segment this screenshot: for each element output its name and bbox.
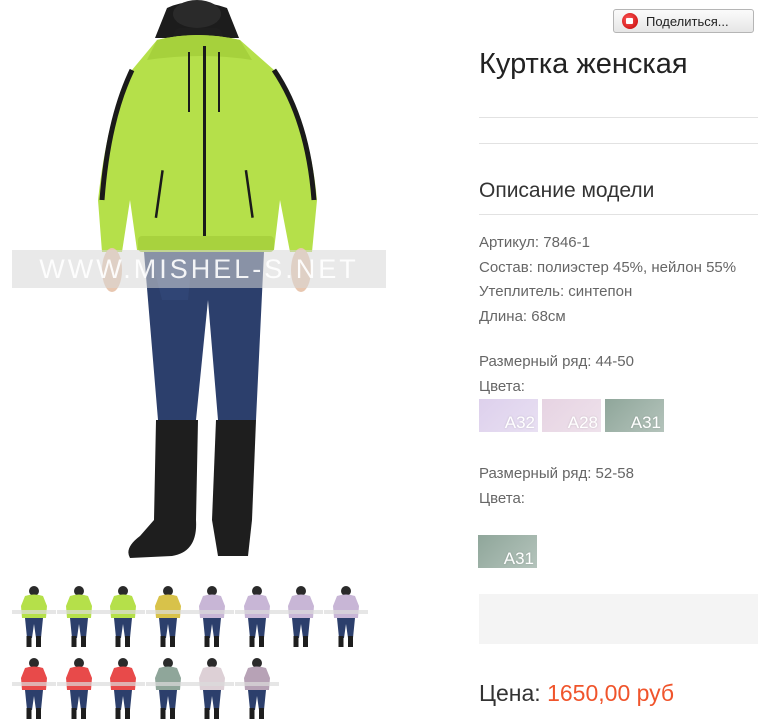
color-swatch[interactable]: A31 [605, 399, 664, 432]
product-thumbnail[interactable] [101, 654, 146, 722]
swatch-code: A31 [630, 413, 661, 432]
color-swatch[interactable]: A28 [542, 399, 601, 432]
product-thumbnail[interactable] [190, 582, 235, 650]
color-swatch[interactable]: A32 [479, 399, 538, 432]
section-title: Описание модели [479, 179, 655, 202]
swatch-code: A31 [503, 549, 534, 568]
divider [479, 143, 758, 144]
size-range: Размерный ряд: 44-50 [479, 353, 634, 370]
product-thumbnail[interactable] [323, 582, 369, 650]
product-thumbnail[interactable] [190, 654, 235, 722]
product-thumbnail[interactable] [234, 654, 280, 722]
size-range: Размерный ряд: 52-58 [479, 465, 634, 482]
size-block: Размерный ряд: 44-50 Цвета: [479, 350, 634, 399]
colors-label: Цвета: [479, 377, 525, 395]
order-panel [479, 594, 758, 644]
share-button[interactable]: Поделиться... [613, 9, 754, 33]
spec-article: Артикул: 7846-1 [479, 234, 590, 251]
spec-length: Длина: 68см [479, 307, 566, 325]
thumbnail-gallery [12, 582, 368, 726]
product-title: Куртка женская [479, 48, 688, 80]
product-thumbnail[interactable] [12, 582, 57, 650]
product-specs: Артикул: 7846-1 Состав: полиэстер 45%, н… [479, 231, 736, 329]
share-icon [622, 13, 638, 29]
product-thumbnail[interactable] [12, 654, 57, 722]
price-label: Цена: [479, 680, 541, 706]
thumbnail-row [12, 654, 368, 722]
product-thumbnail[interactable] [56, 654, 102, 722]
product-thumbnail[interactable] [145, 654, 191, 722]
product-thumbnail[interactable] [279, 582, 324, 650]
product-thumbnail[interactable] [145, 582, 191, 650]
share-button-label: Поделиться... [646, 13, 729, 29]
product-thumbnail[interactable] [234, 582, 280, 650]
swatch-code: A32 [504, 413, 535, 432]
spec-insulation: Утеплитель: синтепон [479, 283, 633, 300]
price-value: 1650,00 руб [547, 680, 675, 706]
photo-watermark: WWW.MISHEL-S.NET [12, 250, 386, 288]
swatch-code: A28 [567, 413, 598, 432]
spec-composition: Состав: полиэстер 45%, нейлон 55% [479, 258, 737, 276]
product-thumbnail[interactable] [56, 582, 102, 650]
divider [479, 214, 758, 215]
product-thumbnail[interactable] [101, 582, 146, 650]
product-main-photo[interactable]: WWW.MISHEL-S.NET [12, 0, 386, 566]
divider [479, 117, 758, 118]
thumbnail-row [12, 582, 368, 650]
size-block: Размерный ряд: 52-58 Цвета: [479, 462, 634, 511]
colors-label: Цвета: [479, 489, 525, 507]
color-swatch[interactable]: A31 [478, 535, 537, 568]
price: Цена: 1650,00 руб [479, 680, 674, 707]
